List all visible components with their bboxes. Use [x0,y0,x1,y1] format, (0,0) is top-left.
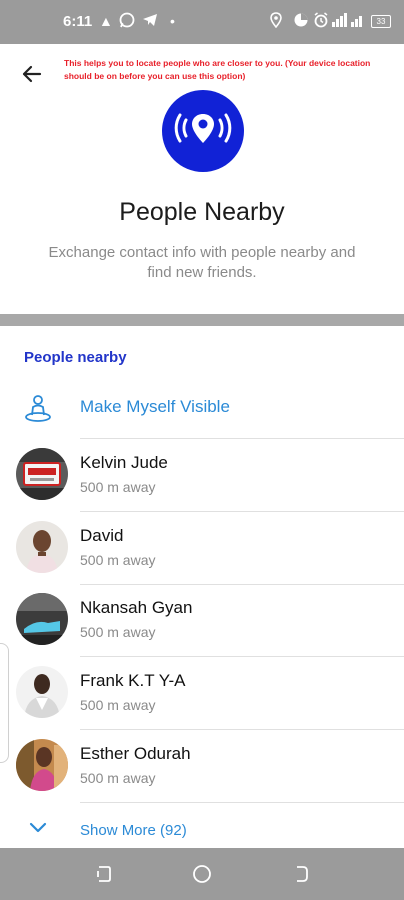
person-distance: 500 m away [80,770,156,786]
telegram-icon [142,12,158,32]
avatar [16,666,68,718]
person-location-icon [25,395,51,422]
page-title: People Nearby [119,198,285,226]
person-row[interactable]: David 500 m away [0,512,404,584]
person-name: Esther Odurah [80,744,191,763]
make-visible-button[interactable]: Make Myself Visible [0,388,404,438]
person-row[interactable]: Nkansah Gyan 500 m away [0,584,404,656]
row-separator [80,802,404,803]
recents-button[interactable] [93,864,113,884]
location-icon [270,12,282,32]
navigation-bar [0,848,404,900]
back-button[interactable] [20,62,44,86]
dot-icon: • [170,13,175,29]
location-broadcast-icon [174,113,232,143]
person-name: Kelvin Jude [80,453,168,472]
alarm-icon [313,12,329,32]
back-arrow-icon [22,65,42,83]
battery-level: 33 [376,17,386,26]
data-saver-icon [293,12,309,32]
edge-panel-handle[interactable] [0,643,9,763]
section-title: People nearby [24,349,127,366]
person-distance: 500 m away [80,697,156,713]
home-icon [193,865,211,883]
status-bar: 6:11 ▲ • 33 [0,0,404,44]
location-badge [162,90,244,172]
page-subtitle: Exchange contact info with people nearby… [48,244,356,281]
person-name: Frank K.T Y-A [80,671,186,690]
show-more-label: Show More (92) [80,822,187,839]
person-row[interactable]: Kelvin Jude 500 m away [0,439,404,511]
make-visible-label: Make Myself Visible [80,397,230,416]
person-distance: 500 m away [80,624,156,640]
home-button[interactable] [192,864,212,884]
back-nav-button[interactable] [291,864,311,884]
header: This helps you to locate people who are … [0,44,404,314]
avatar [16,521,68,573]
avatar [16,593,68,645]
show-more-button[interactable]: Show More (92) [0,814,404,848]
chevron-down-icon [29,822,47,833]
status-time: 6:11 [63,13,93,30]
person-row[interactable]: Frank K.T Y-A 500 m away [0,657,404,729]
person-row[interactable]: Esther Odurah 500 m away [0,730,404,802]
person-distance: 500 m away [80,479,156,495]
warning-icon: ▲ [99,13,113,29]
avatar [16,739,68,791]
section-divider [0,314,404,326]
avatar [16,448,68,500]
signal-icon [332,12,366,32]
person-distance: 500 m away [80,552,156,568]
back-nav-icon [297,866,308,882]
location-notice: This helps you to locate people who are … [64,58,371,81]
battery-icon: 33 [371,15,391,28]
person-name: David [80,526,124,545]
whatsapp-icon [119,12,135,32]
recents-icon [97,866,111,882]
person-name: Nkansah Gyan [80,598,193,617]
